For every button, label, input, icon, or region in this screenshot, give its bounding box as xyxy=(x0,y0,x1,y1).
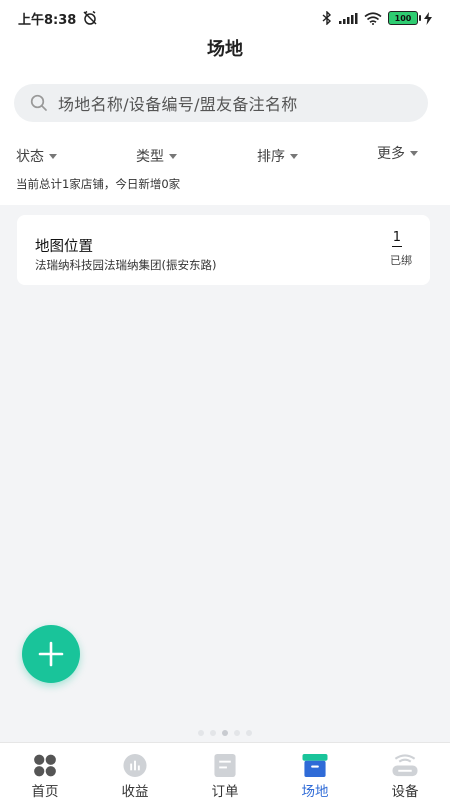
tab-devices-label: 设备 xyxy=(391,784,419,800)
status-time: 上午8:38 xyxy=(18,12,77,28)
caret-down-icon xyxy=(290,153,298,159)
filter-sort-label: 排序 xyxy=(257,149,285,165)
top-panel: 上午8:38 100 场地 场地名称/设备编号/盟友备注名称 状态 类型 排序 … xyxy=(0,0,450,205)
battery-icon: 100 xyxy=(388,11,421,25)
chart-icon xyxy=(123,753,147,778)
plus-icon xyxy=(38,641,64,667)
tab-venues[interactable]: 场地 xyxy=(270,743,360,800)
tab-devices[interactable]: 设备 xyxy=(360,743,450,800)
tab-earnings-label: 收益 xyxy=(121,784,149,800)
page-dot xyxy=(198,730,204,736)
caret-down-icon xyxy=(169,153,177,159)
venue-address: 法瑞纳科技园法瑞纳集团(振安东路) xyxy=(35,258,217,272)
filter-status[interactable]: 状态 xyxy=(16,140,57,172)
signal-icon xyxy=(339,13,358,24)
filter-type-label: 类型 xyxy=(136,149,164,165)
page-indicator xyxy=(0,730,450,738)
status-bar: 上午8:38 100 xyxy=(0,0,450,36)
filter-status-label: 状态 xyxy=(16,149,44,165)
document-icon xyxy=(214,753,236,778)
charging-icon xyxy=(424,11,432,25)
bound-count: 1 xyxy=(391,230,402,247)
filter-more-label: 更多 xyxy=(377,146,405,162)
page-dot xyxy=(246,730,252,736)
page-dot xyxy=(210,730,216,736)
bluetooth-icon xyxy=(322,11,332,25)
router-icon xyxy=(392,754,418,777)
filter-sort[interactable]: 排序 xyxy=(257,140,298,172)
caret-down-icon xyxy=(49,153,57,159)
tab-home[interactable]: 首页 xyxy=(0,743,90,800)
search-input[interactable]: 场地名称/设备编号/盟友备注名称 xyxy=(14,84,428,122)
filter-bar: 状态 类型 排序 更多 xyxy=(0,140,450,172)
add-venue-button[interactable] xyxy=(22,625,80,683)
summary-text: 当前总计1家店铺，今日新增0家 xyxy=(16,177,181,191)
battery-level: 100 xyxy=(394,13,412,23)
tab-venues-label: 场地 xyxy=(301,784,329,800)
tab-earnings[interactable]: 收益 xyxy=(90,743,180,800)
tab-home-label: 首页 xyxy=(31,784,59,800)
search-icon xyxy=(30,94,47,111)
caret-down-icon xyxy=(410,150,418,156)
tab-orders[interactable]: 订单 xyxy=(180,743,270,800)
filter-type[interactable]: 类型 xyxy=(136,140,177,172)
tab-orders-label: 订单 xyxy=(211,784,239,800)
search-placeholder: 场地名称/设备编号/盟友备注名称 xyxy=(58,95,298,114)
venue-title: 地图位置 xyxy=(35,239,93,255)
page-dot xyxy=(234,730,240,736)
grid-icon xyxy=(34,754,56,777)
venue-card[interactable]: 地图位置 法瑞纳科技园法瑞纳集团(振安东路) 1 已绑 xyxy=(17,215,430,285)
page-title: 场地 xyxy=(207,39,243,60)
box-icon xyxy=(302,753,328,778)
filter-more[interactable]: 更多 xyxy=(377,137,418,169)
wifi-icon xyxy=(364,11,382,25)
bottom-tab-bar: 首页 收益 订单 场地 设备 xyxy=(0,742,450,800)
page-dot-active xyxy=(222,730,228,736)
bound-count-label: 已绑 xyxy=(390,254,412,267)
alarm-off-icon xyxy=(83,10,97,25)
